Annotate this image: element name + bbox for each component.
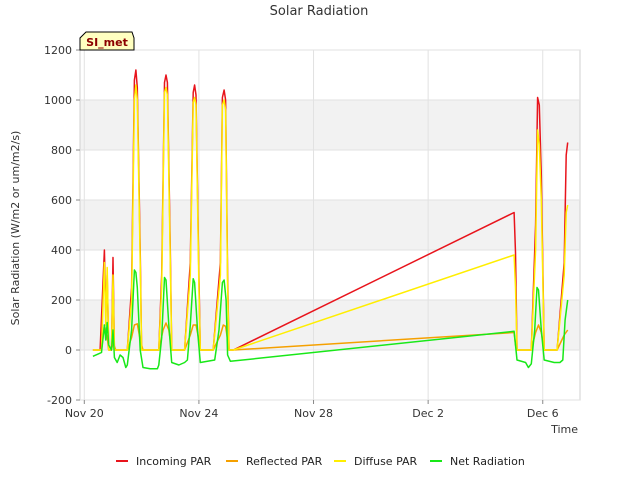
background-band xyxy=(80,200,580,250)
x-tick-label: Nov 20 xyxy=(65,407,104,420)
legend-label-diffuse-par: Diffuse PAR xyxy=(354,455,418,468)
legend-label-incoming-par: Incoming PAR xyxy=(136,455,212,468)
y-tick-label: 800 xyxy=(51,144,72,157)
y-tick-label: 200 xyxy=(51,294,72,307)
background-band xyxy=(80,100,580,150)
station-badge-label: SI_met xyxy=(86,36,128,49)
y-tick-label: 1200 xyxy=(44,44,72,57)
legend-label-net-radiation: Net Radiation xyxy=(450,455,525,468)
x-tick-label: Dec 6 xyxy=(527,407,559,420)
background-band xyxy=(80,300,580,350)
x-tick-label: Dec 2 xyxy=(412,407,444,420)
y-tick-label: 400 xyxy=(51,244,72,257)
y-tick-label: 1000 xyxy=(44,94,72,107)
x-tick-label: Nov 28 xyxy=(294,407,333,420)
x-axis-ticks: Nov 20 Nov 24 Nov 28 Dec 2 Dec 6 xyxy=(65,400,559,420)
x-tick-label: Nov 24 xyxy=(179,407,218,420)
solar-radiation-chart: Solar Radiation -200 0 200 400 600 800 1000 120… xyxy=(9,4,581,468)
plot-background-bands xyxy=(80,100,580,350)
station-badge: SI_met xyxy=(79,31,135,51)
legend: Incoming PAR Reflected PAR Diffuse PAR Net … xyxy=(116,455,525,468)
y-tick-label: -200 xyxy=(47,394,72,407)
y-tick-label: 600 xyxy=(51,194,72,207)
legend-label-reflected-par: Reflected PAR xyxy=(246,455,323,468)
y-tick-label: 0 xyxy=(65,344,72,357)
chart-title: Solar Radiation xyxy=(270,4,369,19)
y-axis-title: Solar Radiation (W/m2 or um/m2/s) xyxy=(9,131,22,326)
y-axis-ticks: -200 0 200 400 600 800 1000 1200 xyxy=(44,44,80,407)
x-axis-title: Time xyxy=(550,423,578,436)
